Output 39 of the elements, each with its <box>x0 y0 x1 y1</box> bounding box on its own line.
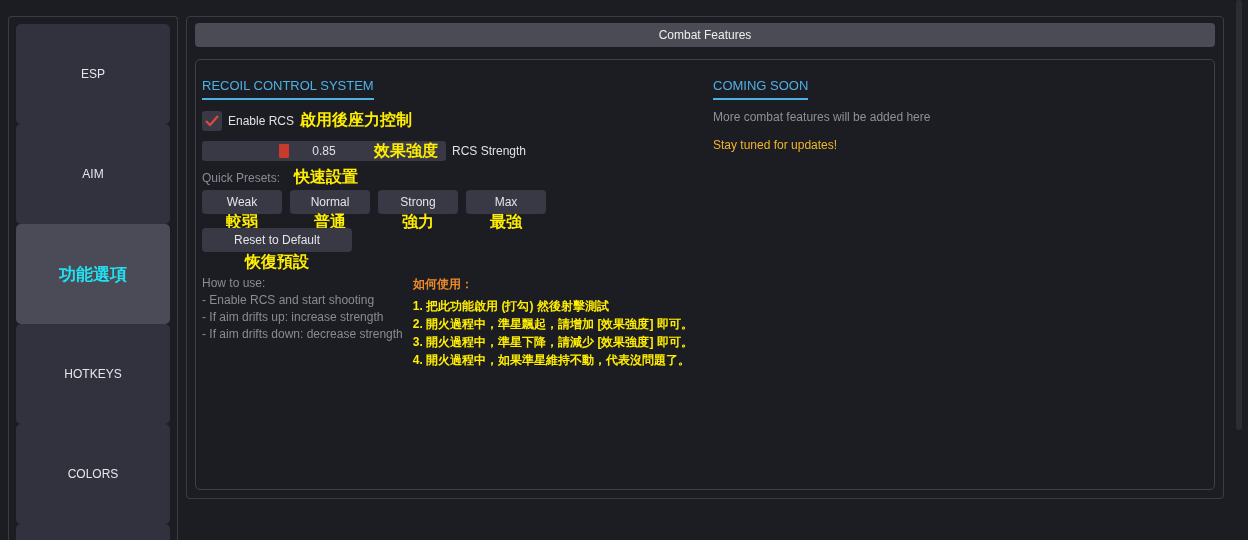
annotation: 恢復預設 <box>245 252 309 272</box>
annotation: 快速設置 <box>294 167 359 187</box>
annotation: 1. 把此功能啟用 (打勾) 然後射擊測試 <box>412 298 610 315</box>
preset-button[interactable]: Normal <box>290 190 370 214</box>
annotation: 效果強度 <box>374 140 438 161</box>
annotation: 4. 開火過程中，如果準星維持不動，代表沒問題了。 <box>412 352 692 369</box>
sidebar-tab[interactable]: COLORS <box>16 424 170 524</box>
checkbox-label: Enable RCS <box>228 113 295 128</box>
section-title: COMING SOON <box>713 76 809 100</box>
help-text: - Enable RCS and start shooting <box>202 293 376 307</box>
preset-button[interactable]: Strong <box>378 190 458 214</box>
preset-button[interactable]: Max <box>466 190 546 214</box>
info-note: Stay tuned for updates! <box>713 138 838 152</box>
slider-thumb[interactable] <box>279 144 290 158</box>
sidebar-tab[interactable]: 功能選項 <box>16 224 170 324</box>
annotation-title: 如何使用： <box>412 276 474 293</box>
enable-checkbox[interactable] <box>202 110 222 131</box>
slider-value: 0.85 <box>312 143 336 160</box>
help-text: - If aim drifts up: increase strength <box>202 310 385 324</box>
annotation: 2. 開火過程中，準星飄起，請增加 [效果強度] 即可。 <box>412 316 693 333</box>
check-icon <box>205 114 219 127</box>
strength-slider[interactable]: 0.85 效果強度 <box>202 141 446 161</box>
annotation: 啟用後座力控制 <box>300 110 413 130</box>
preset-button[interactable]: Weak <box>202 190 282 214</box>
annotation: 最強 <box>490 214 522 230</box>
help-text: - If aim drifts down: decrease strength <box>202 327 403 341</box>
slider-label: RCS Strength <box>452 144 527 158</box>
sidebar-tab[interactable]: HOTKEYS <box>16 324 170 424</box>
annotation: 普通 <box>314 214 346 230</box>
sidebar-tab[interactable]: ESP <box>16 24 170 124</box>
section-header: Combat Features <box>195 23 1215 47</box>
presets-label: Quick Presets: <box>202 170 281 185</box>
info-text: More combat features will be added here <box>713 110 931 124</box>
help-text: How to use: <box>202 276 267 290</box>
section-title: RECOIL CONTROL SYSTEM <box>202 76 374 100</box>
annotation: 強力 <box>402 214 434 230</box>
reset-button[interactable]: Reset to Default <box>202 228 352 252</box>
sidebar-tab[interactable]: AIM <box>16 124 170 224</box>
annotation: 3. 開火過程中，準星下降，請減少 [效果強度] 即可。 <box>412 334 693 351</box>
